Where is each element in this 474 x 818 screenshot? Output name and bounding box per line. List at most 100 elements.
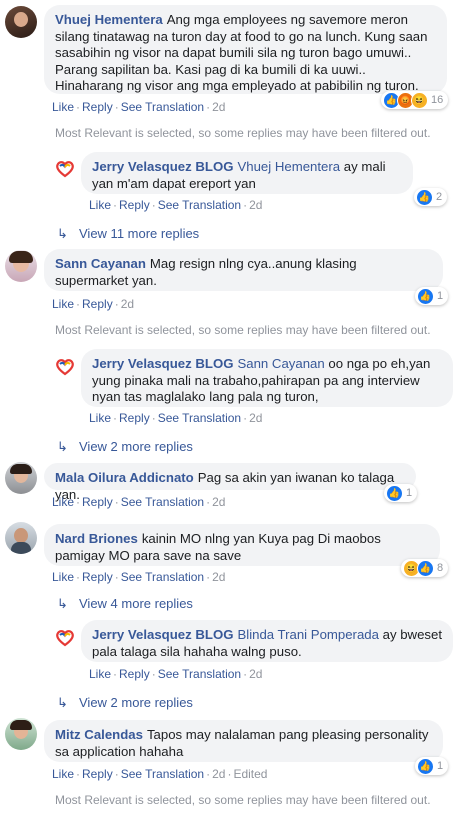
avatar[interactable] [5, 6, 37, 38]
reply-button[interactable]: Reply [82, 297, 113, 311]
like-button[interactable]: Like [52, 100, 74, 114]
separator-dot: · [76, 767, 81, 781]
reply-bubble: Jerry Velasquez BLOG Blinda Trani Pompera… [81, 620, 453, 662]
reply-actions: Like · Reply · See Translation · 2d [89, 667, 262, 681]
separator-dot: · [114, 767, 119, 781]
separator-dot: · [114, 570, 119, 584]
separator-dot: · [227, 767, 232, 781]
timestamp[interactable]: 2d [212, 570, 225, 584]
avatar[interactable] [5, 522, 37, 554]
timestamp[interactable]: 2d [249, 411, 262, 425]
filter-notice: Most Relevant is selected, so some repli… [55, 126, 431, 140]
avatar[interactable] [5, 718, 37, 750]
reaction-count: 16 [431, 94, 444, 106]
reply-button[interactable]: Reply [82, 767, 113, 781]
reply-arrow-icon: ↳ [57, 439, 68, 454]
reply-button[interactable]: Reply [119, 198, 150, 212]
timestamp[interactable]: 2d [249, 198, 262, 212]
like-button[interactable]: Like [52, 297, 74, 311]
separator-dot: · [151, 667, 156, 681]
see-translation-link[interactable]: See Translation [158, 667, 241, 681]
see-translation-link[interactable]: See Translation [121, 495, 204, 509]
reply-arrow-icon: ↳ [57, 596, 68, 611]
see-translation-link[interactable]: See Translation [158, 198, 241, 212]
reply-button[interactable]: Reply [82, 495, 113, 509]
see-translation-link[interactable]: See Translation [121, 100, 204, 114]
mention-link[interactable]: Blinda Trani Pomperada [237, 627, 378, 642]
reply-button[interactable]: Reply [82, 100, 113, 114]
reaction-count: 2 [436, 191, 443, 203]
separator-dot: · [206, 767, 211, 781]
like-button[interactable]: Like [52, 570, 74, 584]
comment-author-link[interactable]: Jerry Velasquez BLOG [92, 356, 233, 371]
view-more-label: View 4 more replies [79, 596, 193, 611]
reply-button[interactable]: Reply [119, 411, 150, 425]
separator-dot: · [76, 495, 81, 509]
separator-dot: · [114, 297, 119, 311]
timestamp[interactable]: 2d [212, 495, 225, 509]
avatar[interactable] [5, 462, 37, 494]
view-more-replies-link[interactable]: ↳ View 4 more replies [57, 596, 193, 612]
filter-notice: Most Relevant is selected, so some repli… [55, 793, 431, 807]
separator-dot: · [243, 667, 248, 681]
blog-logo-avatar[interactable] [54, 626, 76, 648]
blog-logo-avatar[interactable] [54, 355, 76, 377]
see-translation-link[interactable]: See Translation [158, 411, 241, 425]
separator-dot: · [206, 100, 211, 114]
comment-bubble: Mala Oilura Addicnato Pag sa akin yan iwa… [44, 463, 416, 502]
separator-dot: · [151, 411, 156, 425]
reaction-summary[interactable]: 👍 1 [415, 757, 449, 775]
avatar[interactable] [5, 250, 37, 282]
timestamp[interactable]: 2d [121, 297, 134, 311]
reply-button[interactable]: Reply [119, 667, 150, 681]
blog-logo-avatar[interactable] [54, 157, 76, 179]
reaction-summary[interactable]: 😆 👍 8 [401, 559, 449, 577]
like-button[interactable]: Like [89, 198, 111, 212]
reaction-summary[interactable]: 👍 1 [415, 287, 449, 305]
separator-dot: · [113, 411, 118, 425]
reaction-summary[interactable]: 👍 2 [414, 188, 448, 206]
like-button[interactable]: Like [89, 411, 111, 425]
view-more-label: View 2 more replies [79, 439, 193, 454]
comment-author-link[interactable]: Nard Briones [55, 531, 138, 546]
separator-dot: · [113, 198, 118, 212]
view-more-replies-link[interactable]: ↳ View 2 more replies [57, 695, 193, 711]
comment-author-link[interactable]: Mala Oilura Addicnato [55, 470, 194, 485]
see-translation-link[interactable]: See Translation [121, 767, 204, 781]
view-more-label: View 11 more replies [79, 226, 200, 241]
timestamp[interactable]: 2d [212, 767, 225, 781]
like-reaction-icon: 👍 [386, 484, 403, 502]
reaction-summary[interactable]: 👍 1 [384, 484, 418, 502]
separator-dot: · [243, 198, 248, 212]
reaction-count: 8 [437, 562, 444, 574]
timestamp[interactable]: 2d [212, 100, 225, 114]
like-button[interactable]: Like [89, 667, 111, 681]
see-translation-link[interactable]: See Translation [121, 570, 204, 584]
separator-dot: · [243, 411, 248, 425]
like-button[interactable]: Like [52, 495, 74, 509]
view-more-replies-link[interactable]: ↳ View 11 more replies [57, 226, 199, 242]
reply-button[interactable]: Reply [82, 570, 113, 584]
comment-author-link[interactable]: Mitz Calendas [55, 727, 143, 742]
comment-actions: Like · Reply · See Translation · 2d · Edited [52, 767, 267, 781]
reaction-summary[interactable]: 👍 😡 😆 16 [381, 91, 449, 109]
view-more-replies-link[interactable]: ↳ View 2 more replies [57, 439, 193, 455]
like-reaction-icon: 👍 [416, 188, 433, 206]
comment-author-link[interactable]: Jerry Velasquez BLOG [92, 159, 233, 174]
comment-bubble: Sann Cayanan Mag resign nlng cya..anung k… [44, 249, 443, 291]
comment-author-link[interactable]: Vhuej Hementera [55, 12, 163, 27]
haha-reaction-icon: 😆 [411, 91, 428, 109]
comment-author-link[interactable]: Sann Cayanan [55, 256, 146, 271]
reaction-count: 1 [406, 487, 413, 499]
timestamp[interactable]: 2d [249, 667, 262, 681]
mention-link[interactable]: Vhuej Hementera [237, 159, 340, 174]
like-reaction-icon: 👍 [417, 287, 434, 305]
separator-dot: · [113, 667, 118, 681]
like-button[interactable]: Like [52, 767, 74, 781]
separator-dot: · [76, 570, 81, 584]
separator-dot: · [114, 495, 119, 509]
comment-author-link[interactable]: Jerry Velasquez BLOG [92, 627, 233, 642]
comment-actions: Like · Reply · 2d [52, 297, 134, 311]
mention-link[interactable]: Sann Cayanan [237, 356, 324, 371]
edited-label[interactable]: Edited [233, 767, 267, 781]
